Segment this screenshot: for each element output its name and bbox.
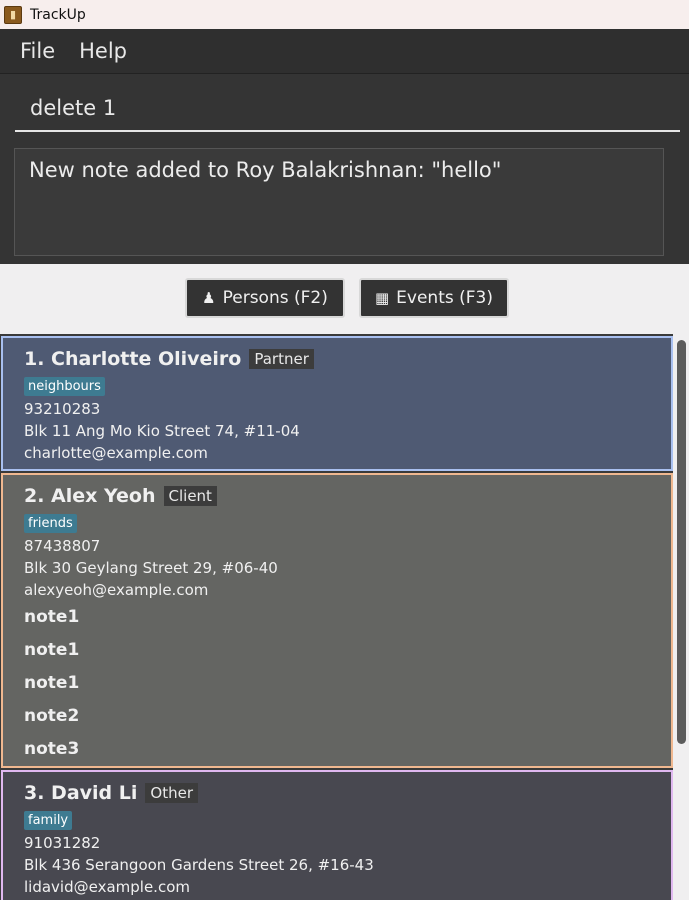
calendar-icon: ▦ xyxy=(374,289,390,307)
note-item: note2 xyxy=(24,706,80,726)
person-icon: ♟ xyxy=(202,289,216,307)
person-card[interactable]: 1. Charlotte Oliveiro Partner neighbours… xyxy=(1,336,673,471)
person-email: charlotte@example.com xyxy=(24,444,208,462)
role-badge: Other xyxy=(145,783,198,803)
note-item: note3 xyxy=(24,739,80,759)
person-email: alexyeoh@example.com xyxy=(24,581,209,599)
person-list[interactable]: 1. Charlotte Oliveiro Partner neighbours… xyxy=(0,334,689,900)
person-address: Blk 30 Geylang Street 29, #06-40 xyxy=(24,559,278,577)
person-name: 2. Alex Yeoh xyxy=(24,485,156,507)
role-badge: Client xyxy=(163,486,217,506)
note-item: note1 xyxy=(24,673,80,693)
person-name: 1. Charlotte Oliveiro xyxy=(24,348,242,370)
person-phone: 87438807 xyxy=(24,537,101,555)
menu-help[interactable]: Help xyxy=(79,39,127,63)
command-input[interactable]: delete 1 xyxy=(15,86,680,132)
command-pane: delete 1 New note added to Roy Balakrish… xyxy=(0,73,689,265)
tag-label: family xyxy=(24,811,73,830)
result-display: New note added to Roy Balakrishnan: "hel… xyxy=(14,148,664,256)
role-badge: Partner xyxy=(249,349,314,369)
menu-file[interactable]: File xyxy=(20,39,55,63)
tab-bar: ♟ Persons (F2) ▦ Events (F3) xyxy=(0,264,689,334)
tag-label: friends xyxy=(24,514,77,533)
window-title: TrackUp xyxy=(30,6,86,23)
person-address: Blk 11 Ang Mo Kio Street 74, #11-04 xyxy=(24,422,300,440)
person-card[interactable]: 2. Alex Yeoh Client friends 87438807 Blk… xyxy=(1,473,673,768)
scroll-thumb[interactable] xyxy=(677,340,686,744)
person-phone: 93210283 xyxy=(24,400,101,418)
person-email: lidavid@example.com xyxy=(24,878,190,896)
person-card[interactable]: 3. David Li Other family 91031282 Blk 43… xyxy=(1,770,673,900)
person-name: 3. David Li xyxy=(24,782,138,804)
app-icon: ▮ xyxy=(4,5,22,24)
events-tab-label: Events (F3) xyxy=(396,288,493,308)
title-bar: ▮ TrackUp xyxy=(0,0,689,29)
person-address: Blk 436 Serangoon Gardens Street 26, #16… xyxy=(24,856,374,874)
tag-label: neighbours xyxy=(24,377,105,396)
person-phone: 91031282 xyxy=(24,834,101,852)
scrollbar[interactable] xyxy=(673,334,689,900)
note-item: note1 xyxy=(24,640,80,660)
note-item: note1 xyxy=(24,607,80,627)
menu-bar: File Help xyxy=(0,29,689,73)
persons-tab-label: Persons (F2) xyxy=(222,288,328,308)
events-tab-button[interactable]: ▦ Events (F3) xyxy=(359,278,509,318)
persons-tab-button[interactable]: ♟ Persons (F2) xyxy=(185,278,345,318)
